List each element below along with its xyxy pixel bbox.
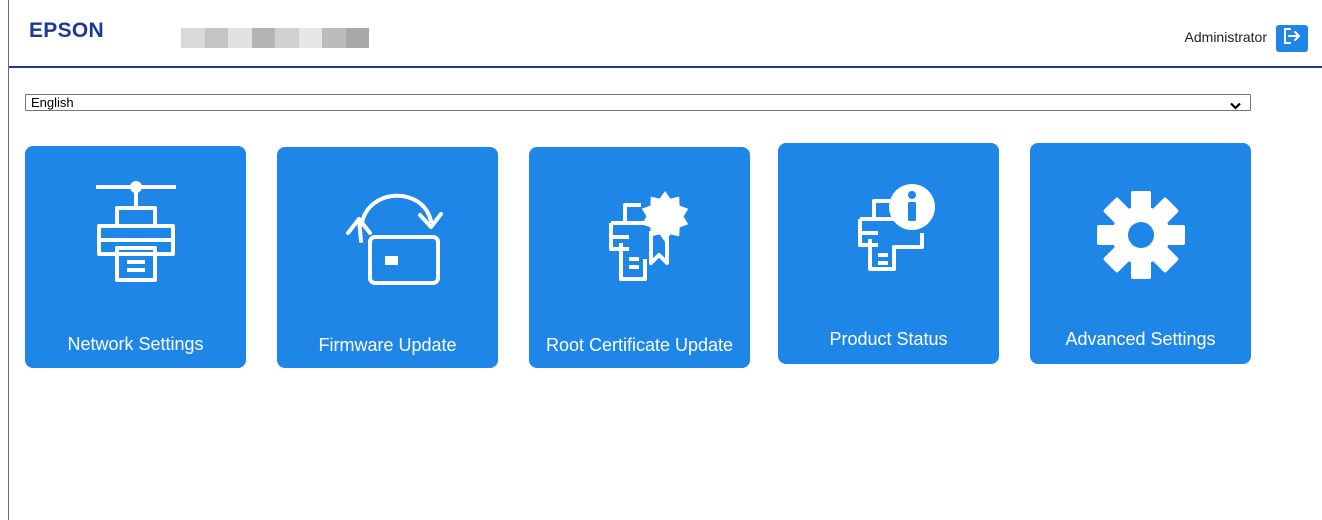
tile-network-settings[interactable]: Network Settings <box>25 146 246 368</box>
tile-firmware-update[interactable]: Firmware Update <box>277 147 498 368</box>
tile-root-certificate-update[interactable]: Root Certificate Update <box>529 147 750 368</box>
network-printer-icon <box>25 178 246 290</box>
product-name-blurred <box>181 28 369 48</box>
firmware-update-icon <box>277 179 498 291</box>
epson-logo: EPSON <box>29 19 105 42</box>
tile-label: Product Status <box>829 329 948 349</box>
tile-label: Advanced Settings <box>1065 329 1216 349</box>
printer-info-icon <box>778 175 999 287</box>
language-select[interactable]: English <box>25 94 1251 111</box>
tile-label: Root Certificate Update <box>545 335 734 355</box>
window-edge <box>8 0 9 520</box>
language-selected-value: English <box>31 95 74 110</box>
chevron-down-icon <box>1230 98 1241 113</box>
tile-label: Network Settings <box>67 334 204 354</box>
header: EPSON Administrator <box>9 0 1322 66</box>
logout-icon <box>1282 27 1302 50</box>
tile-label: Firmware Update <box>318 335 457 355</box>
gear-icon <box>1030 185 1251 285</box>
tile-advanced-settings[interactable]: Advanced Settings <box>1030 143 1251 364</box>
logout-button[interactable] <box>1276 25 1308 52</box>
certificate-printer-icon <box>529 179 750 291</box>
tile-product-status[interactable]: Product Status <box>778 143 999 364</box>
page: EPSON Administrator English Network Sett… <box>0 0 1322 520</box>
header-divider <box>9 66 1322 68</box>
user-label: Administrator <box>1184 29 1267 45</box>
